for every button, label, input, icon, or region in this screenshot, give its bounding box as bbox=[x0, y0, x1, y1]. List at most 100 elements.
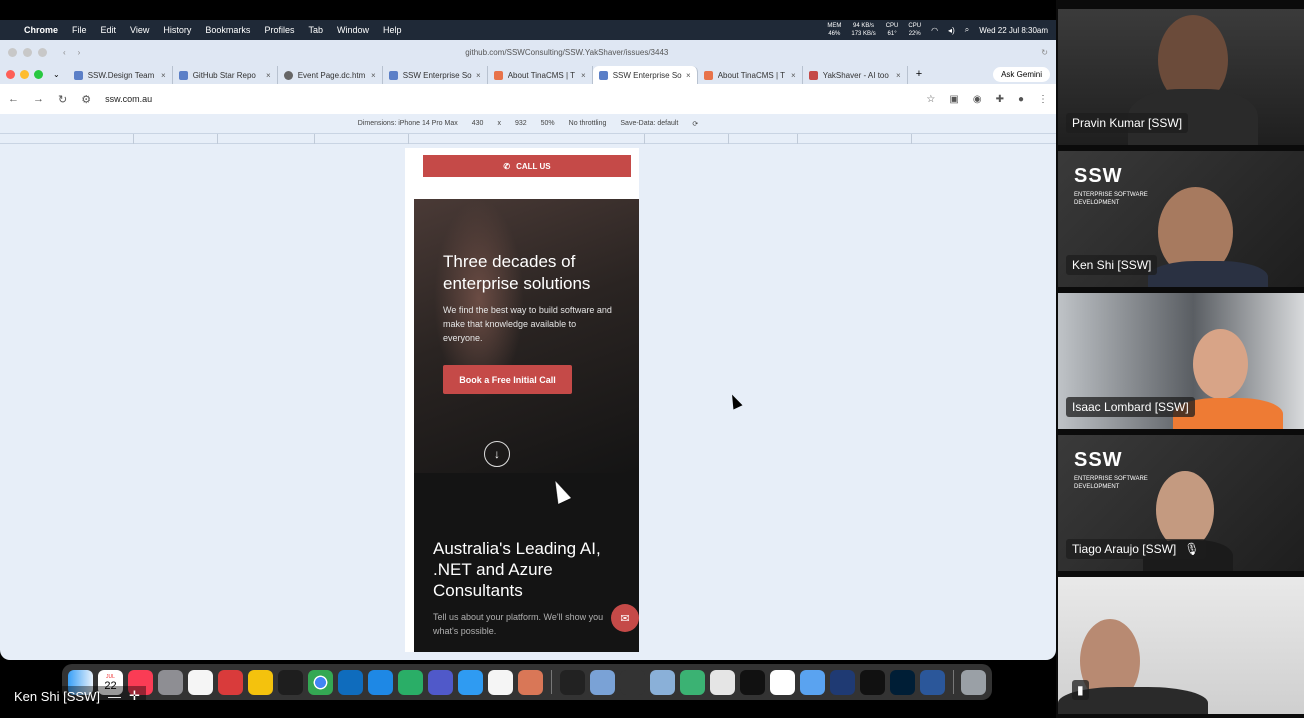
word-icon[interactable] bbox=[919, 669, 945, 695]
tab-close-icon[interactable]: × bbox=[581, 71, 586, 80]
tab-close-icon[interactable]: × bbox=[896, 71, 901, 80]
book-initial-call-button[interactable]: Book a Free Initial Call bbox=[443, 365, 572, 394]
forward-icon[interactable]: › bbox=[78, 48, 81, 57]
audio-icon[interactable] bbox=[859, 669, 885, 695]
wifi-icon[interactable]: ◠ bbox=[931, 26, 938, 35]
tab-ssw-enterprise-1[interactable]: SSW Enterprise So × bbox=[383, 66, 488, 84]
claude-icon[interactable] bbox=[518, 669, 543, 695]
volume-icon[interactable]: ◂) bbox=[948, 26, 955, 35]
camera-icon[interactable]: ◉ bbox=[973, 94, 982, 105]
system-settings-icon[interactable] bbox=[158, 669, 183, 695]
tab-yakshaver[interactable]: YakShaver - AI too × bbox=[803, 66, 908, 84]
screen-capture-icon[interactable] bbox=[649, 669, 675, 695]
wps-icon[interactable] bbox=[769, 669, 795, 695]
device-dimensions-select[interactable]: Dimensions: iPhone 14 Pro Max bbox=[358, 120, 458, 127]
device-height-input[interactable]: 932 bbox=[515, 120, 527, 127]
mail-icon[interactable] bbox=[368, 669, 393, 695]
tab-event-page[interactable]: Event Page.dc.htm × bbox=[278, 66, 383, 84]
menu-view[interactable]: View bbox=[130, 25, 149, 35]
site-info-icon[interactable]: ⚙ bbox=[81, 93, 91, 106]
photoshop-icon[interactable] bbox=[889, 669, 915, 695]
minimize-window-icon[interactable] bbox=[20, 69, 29, 79]
tab-close-icon[interactable]: × bbox=[266, 71, 271, 80]
eye-icon[interactable] bbox=[709, 669, 735, 695]
tasks-icon[interactable] bbox=[188, 669, 213, 695]
tab-tinacms-2[interactable]: About TinaCMS | T × bbox=[698, 66, 803, 84]
rotate-icon[interactable]: ⟳ bbox=[692, 120, 698, 128]
menu-history[interactable]: History bbox=[163, 25, 191, 35]
menubar-clock[interactable]: Wed 22 Jul 8:30am bbox=[979, 26, 1048, 35]
bookmark-star-icon[interactable]: ☆ bbox=[926, 94, 935, 105]
profile-icon[interactable]: ● bbox=[1018, 94, 1024, 105]
tab-close-icon[interactable]: × bbox=[161, 71, 166, 80]
save-data-select[interactable]: Save-Data: default bbox=[620, 120, 678, 127]
trash-icon[interactable] bbox=[961, 669, 986, 695]
reeder-icon[interactable] bbox=[248, 669, 273, 695]
infuse-icon[interactable] bbox=[829, 669, 855, 695]
teams-icon[interactable] bbox=[428, 669, 453, 695]
address-input[interactable]: ssw.com.au bbox=[105, 94, 926, 104]
zoom-window-icon[interactable] bbox=[34, 69, 43, 79]
device-width-input[interactable]: 430 bbox=[472, 120, 484, 127]
ask-gemini-button[interactable]: Ask Gemini bbox=[993, 66, 1050, 82]
menu-app-name[interactable]: Chrome bbox=[24, 25, 58, 35]
outlook-icon[interactable] bbox=[338, 669, 363, 695]
tab-close-icon[interactable]: × bbox=[686, 71, 691, 80]
close-window-icon[interactable] bbox=[6, 69, 15, 79]
participant-tile-tiago[interactable]: SSW ENTERPRISE SOFTWARE DEVELOPMENT Tiago… bbox=[1058, 435, 1304, 571]
tab-close-icon[interactable]: × bbox=[791, 71, 796, 80]
app-red-icon[interactable] bbox=[218, 669, 243, 695]
participant-tile-isaac[interactable]: Isaac Lombard [SSW] bbox=[1058, 293, 1304, 429]
menu-help[interactable]: Help bbox=[383, 25, 402, 35]
participant-tile-ken[interactable]: SSW ENTERPRISE SOFTWARE DEVELOPMENT Ken S… bbox=[1058, 151, 1304, 287]
reload-icon[interactable]: ↻ bbox=[1041, 48, 1048, 57]
tab-tinacms-1[interactable]: About TinaCMS | T × bbox=[488, 66, 593, 84]
participant-tile-speaker[interactable]: ▮ bbox=[1058, 577, 1304, 714]
swift-icon[interactable] bbox=[799, 669, 825, 695]
menu-tab[interactable]: Tab bbox=[308, 25, 323, 35]
menu-window[interactable]: Window bbox=[337, 25, 369, 35]
menu-bookmarks[interactable]: Bookmarks bbox=[205, 25, 250, 35]
preview-icon[interactable] bbox=[589, 669, 615, 695]
call-us-button[interactable]: ✆ CALL US bbox=[423, 155, 631, 177]
back-icon[interactable]: ‹ bbox=[63, 48, 66, 57]
background-url[interactable]: github.com/SSWConsulting/SSW.YakShaver/i… bbox=[92, 48, 1041, 57]
tab-close-icon[interactable]: × bbox=[476, 71, 481, 80]
device-toolbar: Dimensions: iPhone 14 Pro Max 430 x 932 … bbox=[0, 114, 1056, 134]
gemini-app-icon[interactable] bbox=[488, 669, 513, 695]
participant-tile-pravin[interactable]: Pravin Kumar [SSW] bbox=[1058, 9, 1304, 145]
more-menu-icon[interactable]: ⋮ bbox=[1038, 94, 1048, 105]
tab-search-icon[interactable]: ⌄ bbox=[53, 70, 60, 79]
terminal-icon[interactable] bbox=[559, 669, 585, 695]
menu-edit[interactable]: Edit bbox=[101, 25, 117, 35]
chat-button[interactable]: ✉ bbox=[611, 604, 639, 632]
search-icon[interactable]: ⌕ bbox=[965, 25, 969, 35]
forward-arrow-icon[interactable]: → bbox=[33, 93, 44, 105]
participant-name: Ken Shi [SSW] bbox=[1066, 255, 1158, 275]
tab-close-icon[interactable]: × bbox=[371, 71, 376, 80]
chrome-icon[interactable] bbox=[308, 669, 333, 695]
back-arrow-icon[interactable]: ← bbox=[8, 93, 19, 105]
menu-file[interactable]: File bbox=[72, 25, 87, 35]
reload-icon[interactable]: ↻ bbox=[58, 93, 67, 106]
figma-icon[interactable] bbox=[278, 669, 303, 695]
menu-profiles[interactable]: Profiles bbox=[264, 25, 294, 35]
scroll-down-icon[interactable]: ↓ bbox=[484, 441, 510, 467]
new-tab-button[interactable]: + bbox=[916, 68, 922, 80]
tab-github-star[interactable]: GitHub Star Repo × bbox=[173, 66, 278, 84]
safari-icon[interactable] bbox=[458, 669, 483, 695]
throttle-select[interactable]: No throttling bbox=[569, 120, 607, 127]
tab-strip: ⌄ SSW.Design Team × GitHub Star Repo × Eve… bbox=[0, 64, 1056, 84]
tab-ssw-design[interactable]: SSW.Design Team × bbox=[68, 66, 173, 84]
tab-ssw-enterprise-active[interactable]: SSW Enterprise So × bbox=[592, 66, 698, 84]
k-app-icon[interactable] bbox=[739, 669, 765, 695]
expand-icon[interactable]: ✛ bbox=[129, 688, 140, 704]
zoom-select[interactable]: 50% bbox=[541, 120, 555, 127]
money-icon[interactable] bbox=[679, 669, 705, 695]
extension-icon[interactable]: ▣ bbox=[949, 94, 958, 105]
keychain-icon[interactable] bbox=[619, 669, 645, 695]
section-text: Tell us about your platform. We'll show … bbox=[433, 612, 604, 636]
wechat-icon[interactable] bbox=[398, 669, 423, 695]
puzzle-icon[interactable]: ✚ bbox=[996, 94, 1004, 105]
minimize-icon[interactable]: — bbox=[108, 689, 121, 704]
